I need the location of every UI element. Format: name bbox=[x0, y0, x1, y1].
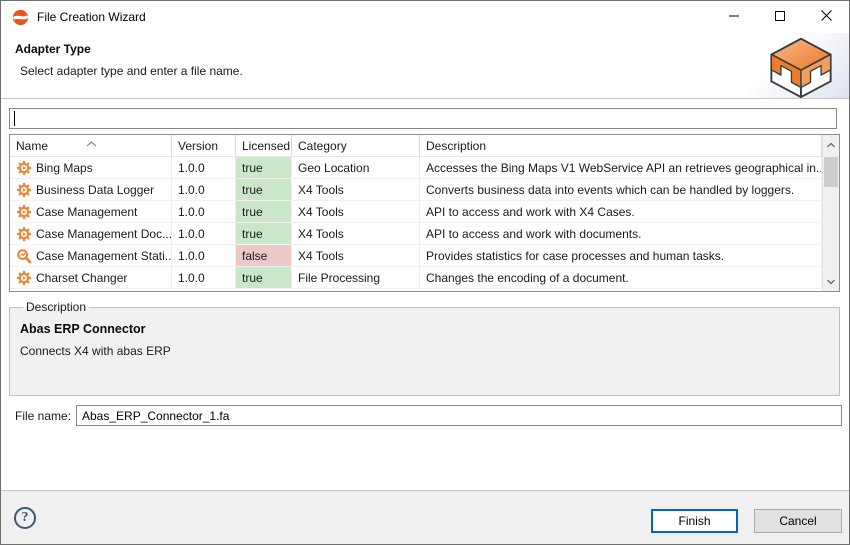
vertical-scrollbar[interactable] bbox=[822, 135, 839, 291]
column-header-version[interactable]: Version bbox=[172, 135, 236, 157]
adapter-gear-icon bbox=[16, 182, 32, 198]
adapter-magnifier-icon bbox=[16, 248, 32, 264]
help-question-icon: ? bbox=[22, 510, 29, 526]
column-header-category[interactable]: Category bbox=[292, 135, 420, 157]
text-caret bbox=[14, 111, 15, 126]
table-row[interactable]: Bing Maps 1.0.0 true Geo Location Access… bbox=[10, 157, 822, 179]
column-header-label: Licensed bbox=[242, 139, 290, 153]
button-bar: ? Finish Cancel bbox=[1, 490, 849, 544]
file-name-input[interactable] bbox=[76, 405, 842, 426]
page-title: Adapter Type bbox=[15, 42, 91, 56]
maximize-button[interactable] bbox=[757, 1, 803, 33]
page-subtitle: Select adapter type and enter a file nam… bbox=[20, 64, 243, 78]
table-row[interactable]: Case Management Doc... 1.0.0 true X4 Too… bbox=[10, 223, 822, 245]
cell-description: Provides statistics for case processes a… bbox=[420, 245, 822, 267]
scrollbar-thumb[interactable] bbox=[824, 157, 838, 187]
cell-name: Case Management bbox=[10, 201, 172, 223]
cancel-button[interactable]: Cancel bbox=[754, 509, 842, 533]
cell-category: X4 Tools bbox=[292, 245, 420, 267]
wizard-banner: Adapter Type Select adapter type and ent… bbox=[1, 33, 849, 99]
cell-category: X4 Tools bbox=[292, 179, 420, 201]
cell-name: Charset Changer bbox=[10, 267, 172, 289]
column-header-description[interactable]: Description bbox=[420, 135, 822, 157]
cell-name: Bing Maps bbox=[10, 157, 172, 179]
cell-version: 1.0.0 bbox=[172, 223, 236, 245]
cell-category: X4 Tools bbox=[292, 223, 420, 245]
scroll-up-icon[interactable] bbox=[823, 137, 839, 153]
cell-name: Case Management Doc... bbox=[10, 223, 172, 245]
column-header-label: Description bbox=[426, 139, 486, 153]
help-button[interactable]: ? bbox=[14, 507, 36, 529]
table-header-row: Name Version Licensed Category Descripti… bbox=[10, 135, 822, 157]
adapter-table-rows: Name Version Licensed Category Descripti… bbox=[10, 135, 822, 291]
cell-licensed: true bbox=[236, 223, 292, 245]
cell-category: X4 Tools bbox=[292, 201, 420, 223]
adapter-gear-icon bbox=[16, 270, 32, 286]
close-icon bbox=[821, 8, 832, 26]
cell-licensed: true bbox=[236, 267, 292, 289]
finish-button-label: Finish bbox=[678, 514, 710, 528]
sort-ascending-icon bbox=[86, 136, 97, 150]
file-name-label: File name: bbox=[15, 409, 71, 423]
cell-licensed: true bbox=[236, 179, 292, 201]
column-header-label: Category bbox=[298, 139, 347, 153]
cancel-button-label: Cancel bbox=[779, 514, 816, 528]
description-panel-label: Description bbox=[23, 300, 89, 314]
close-button[interactable] bbox=[803, 1, 849, 33]
table-row[interactable]: Charset Changer 1.0.0 true File Processi… bbox=[10, 267, 822, 289]
title-bar: File Creation Wizard bbox=[1, 1, 849, 33]
adapter-gear-icon bbox=[16, 226, 32, 242]
minimize-icon bbox=[729, 8, 739, 26]
cell-description: Changes the encoding of a document. bbox=[420, 267, 822, 289]
minimize-button[interactable] bbox=[711, 1, 757, 33]
cell-category: Geo Location bbox=[292, 157, 420, 179]
cell-version: 1.0.0 bbox=[172, 267, 236, 289]
maximize-icon bbox=[775, 8, 785, 26]
scroll-down-icon[interactable] bbox=[823, 273, 839, 289]
description-panel: Description Abas ERP Connector Connects … bbox=[9, 300, 840, 396]
finish-button[interactable]: Finish bbox=[651, 509, 738, 533]
cell-category: File Processing bbox=[292, 267, 420, 289]
cell-licensed: true bbox=[236, 201, 292, 223]
window-title: File Creation Wizard bbox=[37, 10, 146, 24]
selected-adapter-title: Abas ERP Connector bbox=[20, 322, 829, 336]
column-header-label: Version bbox=[178, 139, 218, 153]
cell-version: 1.0.0 bbox=[172, 157, 236, 179]
cell-version: 1.0.0 bbox=[172, 245, 236, 267]
adapter-name: Case Management bbox=[36, 205, 137, 219]
cell-description: Accesses the Bing Maps V1 WebService API… bbox=[420, 157, 822, 179]
window-controls bbox=[711, 1, 849, 33]
table-row[interactable]: Business Data Logger 1.0.0 true X4 Tools… bbox=[10, 179, 822, 201]
adapter-name: Case Management Doc... bbox=[36, 227, 172, 241]
adapter-name: Charset Changer bbox=[36, 271, 127, 285]
adapter-name: Bing Maps bbox=[36, 161, 93, 175]
cell-version: 1.0.0 bbox=[172, 179, 236, 201]
cell-description: API to access and work with X4 Cases. bbox=[420, 201, 822, 223]
adapter-name: Business Data Logger bbox=[36, 183, 154, 197]
column-header-label: Name bbox=[16, 139, 48, 153]
table-row[interactable]: Case Management 1.0.0 true X4 Tools API … bbox=[10, 201, 822, 223]
cell-description: Converts business data into events which… bbox=[420, 179, 822, 201]
selected-adapter-description: Connects X4 with abas ERP bbox=[20, 344, 829, 358]
cell-name: Business Data Logger bbox=[10, 179, 172, 201]
adapter-gear-icon bbox=[16, 204, 32, 220]
file-creation-wizard-dialog: File Creation Wizard Adapter Type Select… bbox=[0, 0, 850, 545]
cell-name: Case Management Stati... bbox=[10, 245, 172, 267]
adapter-filter-input[interactable] bbox=[9, 108, 837, 129]
column-header-licensed[interactable]: Licensed bbox=[236, 135, 292, 157]
table-row[interactable]: Case Management Stati... 1.0.0 false X4 … bbox=[10, 245, 822, 267]
app-logo-icon bbox=[12, 9, 29, 26]
adapter-name: Case Management Stati... bbox=[36, 249, 172, 263]
column-header-name[interactable]: Name bbox=[10, 135, 172, 157]
adapter-gear-icon bbox=[16, 160, 32, 176]
cell-licensed: false bbox=[236, 245, 292, 267]
cell-version: 1.0.0 bbox=[172, 201, 236, 223]
cell-description: API to access and work with documents. bbox=[420, 223, 822, 245]
cell-licensed: true bbox=[236, 157, 292, 179]
x4-cube-logo-icon bbox=[762, 34, 840, 104]
adapter-table: Name Version Licensed Category Descripti… bbox=[9, 134, 840, 292]
